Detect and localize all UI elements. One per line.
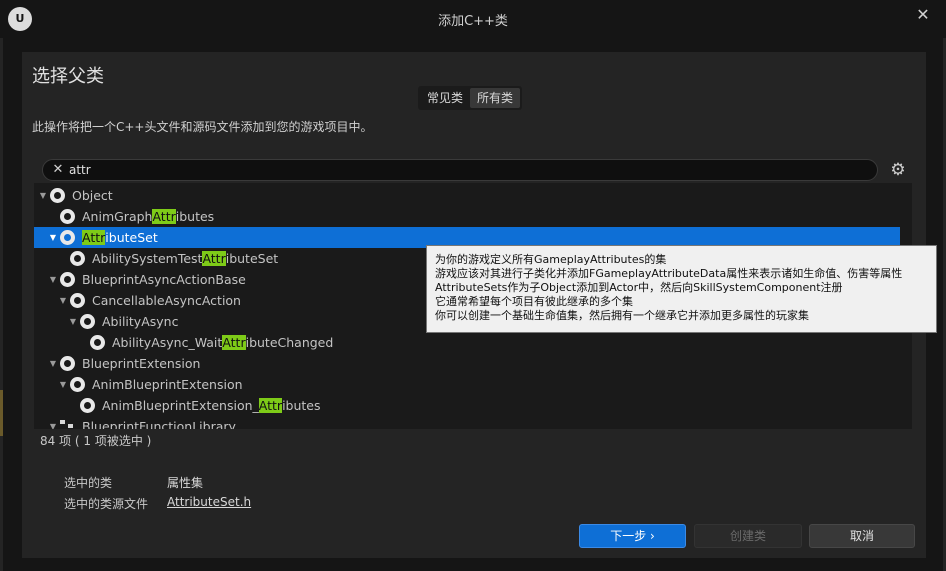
title-bar: U 添加C++类 ✕ [0, 0, 946, 38]
create-class-button[interactable]: 创建类 [694, 524, 802, 548]
tab-common-classes[interactable]: 常见类 [420, 88, 470, 108]
expand-arrow-icon[interactable]: ▼ [48, 269, 58, 290]
tooltip-line: 游戏应该对其进行子类化并添加FGameplayAttributeData属性来表… [435, 267, 903, 280]
expand-arrow-icon[interactable]: ▼ [58, 374, 68, 395]
tree-row-label: CancellableAsyncAction [92, 293, 241, 308]
tree-row-label: BlueprintExtension [82, 356, 201, 371]
class-icon [60, 209, 75, 224]
class-icon [70, 377, 85, 392]
class-icon [60, 272, 75, 287]
class-icon [50, 188, 65, 203]
tab-all-classes[interactable]: 所有类 [470, 88, 521, 108]
tree-row[interactable]: ▼ AnimBlueprintExtension [34, 374, 900, 395]
selected-source-link[interactable]: AttributeSet.h [167, 495, 251, 509]
class-filter-tabs: 常见类 所有类 [418, 86, 523, 110]
tree-row-label: Object [72, 188, 113, 203]
clear-search-icon[interactable]: ✕ [51, 162, 65, 178]
close-icon[interactable]: ✕ [914, 6, 932, 24]
tree-row-label: AnimBlueprintExtension [92, 377, 243, 392]
class-icon [60, 230, 75, 245]
class-icon [80, 398, 95, 413]
tree-row-label: AbilityAsync_WaitAttributeChanged [112, 335, 334, 350]
tree-row[interactable]: ▼ BlueprintFunctionLibrary [34, 416, 900, 429]
cancel-button[interactable]: 取消 [809, 524, 915, 548]
class-icon [70, 251, 85, 266]
window-title: 添加C++类 [438, 14, 508, 29]
tooltip-line: 它通常希望每个项目有彼此继承的多个集 [435, 295, 633, 308]
search-input[interactable] [69, 162, 849, 178]
search-match-highlight: Attr [82, 230, 106, 245]
item-count: 84 项 ( 1 项被选中 ) [40, 434, 152, 448]
search-match-highlight: Attr [202, 251, 226, 266]
gear-icon[interactable]: ⚙ [888, 160, 908, 180]
expand-arrow-icon[interactable]: ▼ [48, 353, 58, 374]
expand-arrow-icon[interactable]: ▼ [48, 416, 58, 429]
window-left-accent [0, 390, 3, 436]
search-match-highlight: Attr [222, 335, 246, 350]
tree-row-label: AbilitySystemTestAttributeSet [92, 251, 279, 266]
search-box: ✕ [42, 159, 878, 181]
expand-arrow-icon[interactable]: ▼ [48, 227, 58, 248]
class-tooltip: 为你的游戏定义所有GameplayAttributes的集 游戏应该对其进行子类化… [426, 245, 937, 333]
next-button[interactable]: 下一步 › [579, 524, 686, 548]
search-match-highlight: Attr [152, 209, 176, 224]
tooltip-line: 你可以创建一个基础生命值集，然后拥有一个继承它并添加更多属性的玩家集 [435, 309, 809, 322]
tree-row[interactable]: ▼ BlueprintExtension [34, 353, 900, 374]
class-icon [70, 293, 85, 308]
tooltip-line: AttributeSets作为子Object添加到Actor中，然后向Skill… [435, 281, 843, 294]
class-icon [60, 356, 75, 371]
class-icon [80, 314, 95, 329]
selected-class-value: 属性集 [167, 476, 204, 490]
tree-row-label: AnimGraphAttributes [82, 209, 215, 224]
function-library-icon [60, 420, 75, 429]
tree-row[interactable]: AnimBlueprintExtension_Attributes [34, 395, 900, 416]
tree-row-label: AttributeSet [82, 230, 158, 245]
tree-row[interactable]: ▼ Object [34, 185, 900, 206]
tooltip-line: 为你的游戏定义所有GameplayAttributes的集 [435, 253, 667, 266]
selected-class-label: 选中的类 [64, 476, 113, 490]
tree-row-label: BlueprintAsyncActionBase [82, 272, 246, 287]
expand-arrow-icon[interactable]: ▼ [68, 311, 78, 332]
expand-arrow-icon[interactable]: ▼ [38, 185, 48, 206]
class-icon [90, 335, 105, 350]
tree-row-label: BlueprintFunctionLibrary [82, 419, 236, 429]
tree-row-label: AbilityAsync [102, 314, 179, 329]
tree-row[interactable]: AbilityAsync_WaitAttributeChanged [34, 332, 900, 353]
page-title: 选择父类 [32, 66, 104, 87]
selected-source-label: 选中的类源文件 [64, 497, 149, 511]
tree-row-label: AnimBlueprintExtension_Attributes [102, 398, 321, 413]
window-left-edge [0, 38, 3, 571]
expand-arrow-icon[interactable]: ▼ [58, 290, 68, 311]
tree-row[interactable]: AnimGraphAttributes [34, 206, 900, 227]
search-match-highlight: Attr [258, 398, 283, 413]
dialog-description: 此操作将把一个C++头文件和源码文件添加到您的游戏项目中。 [32, 120, 373, 134]
